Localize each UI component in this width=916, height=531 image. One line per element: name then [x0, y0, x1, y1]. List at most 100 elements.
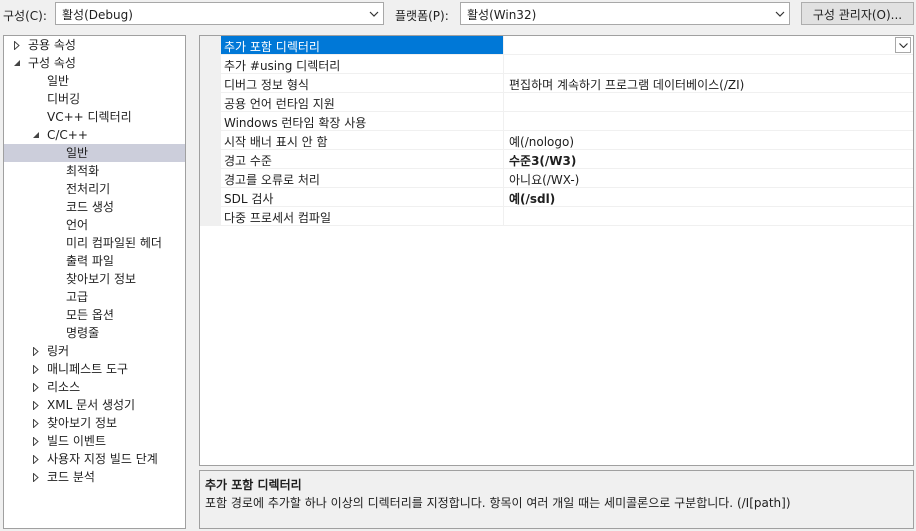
property-row[interactable]: 공용 언어 런타임 지원 — [221, 93, 913, 112]
property-row[interactable]: Windows 런타임 확장 사용 — [221, 112, 913, 131]
tree-item[interactable]: 사용자 지정 빌드 단계 — [4, 450, 185, 468]
property-value[interactable]: 편집하며 계속하기 프로그램 데이터베이스(/ZI) — [505, 74, 913, 92]
tree-item[interactable]: 명령줄 — [4, 324, 185, 342]
tree-item-label: 공용 속성 — [28, 38, 76, 52]
property-name: 다중 프로세서 컴파일 — [221, 207, 504, 225]
tree-item-label: 언어 — [66, 218, 89, 232]
tree-item-label: 출력 파일 — [66, 254, 114, 268]
property-value[interactable]: 예(/nologo) — [505, 131, 913, 149]
property-tree: 공용 속성 구성 속성 일반 디버깅 VC++ 디렉터리 C/C++ 일반 최적화 전처리기 코드… — [3, 35, 186, 529]
tree-item[interactable]: 고급 — [4, 288, 185, 306]
property-row[interactable]: 시작 배너 표시 안 함 예(/nologo) — [221, 131, 913, 150]
tree-item[interactable]: 코드 분석 — [4, 468, 185, 486]
platform-label: 플랫폼(P): — [395, 9, 449, 23]
tree-item[interactable]: 찾아보기 정보 — [4, 270, 185, 288]
collapsed-arrow-icon[interactable] — [31, 450, 41, 468]
tree-item[interactable]: 구성 속성 — [4, 54, 185, 72]
property-name: 경고를 오류로 처리 — [221, 169, 504, 187]
property-row[interactable]: SDL 검사 예(/sdl) — [221, 188, 913, 207]
tree-item[interactable]: 링커 — [4, 342, 185, 360]
property-name: 경고 수준 — [221, 150, 504, 168]
property-row[interactable]: 디버그 정보 형식 편집하며 계속하기 프로그램 데이터베이스(/ZI) — [221, 74, 913, 93]
tree-item[interactable]: 언어 — [4, 216, 185, 234]
collapsed-arrow-icon[interactable] — [31, 468, 41, 486]
property-value[interactable] — [505, 55, 913, 73]
tree-item-label: 매니페스트 도구 — [47, 362, 129, 376]
chevron-down-icon[interactable] — [895, 37, 911, 53]
property-value[interactable]: 아니요(/WX-) — [505, 169, 913, 187]
grid-gutter — [200, 36, 221, 226]
tree-item[interactable]: 리소스 — [4, 378, 185, 396]
collapsed-arrow-icon[interactable] — [31, 414, 41, 432]
description-panel: 추가 포함 디렉터리 포함 경로에 추가할 하나 이상의 디렉터리를 지정합니다… — [199, 470, 914, 529]
config-dropdown[interactable]: 활성(Debug) — [55, 2, 384, 25]
property-row[interactable]: 경고를 오류로 처리 아니요(/WX-) — [221, 169, 913, 188]
property-name: 추가 #using 디렉터리 — [221, 55, 504, 73]
tree-item[interactable]: 전처리기 — [4, 180, 185, 198]
tree-item-label: 찾아보기 정보 — [47, 416, 118, 430]
tree-item-label: C/C++ — [47, 128, 88, 142]
tree-item[interactable]: 미리 컴파일된 헤더 — [4, 234, 185, 252]
tree-item[interactable]: VC++ 디렉터리 — [4, 108, 185, 126]
tree-item[interactable]: 일반 — [4, 72, 185, 90]
property-name: SDL 검사 — [221, 188, 504, 206]
property-value[interactable] — [505, 36, 913, 54]
tree-item-label: 모든 옵션 — [66, 308, 114, 322]
tree-item-label: 빌드 이벤트 — [47, 434, 107, 448]
collapsed-arrow-icon[interactable] — [31, 432, 41, 450]
collapsed-arrow-icon[interactable] — [31, 360, 41, 378]
tree-item[interactable]: 매니페스트 도구 — [4, 360, 185, 378]
chevron-down-icon[interactable] — [771, 3, 789, 24]
tree-item-label: VC++ 디렉터리 — [47, 110, 132, 124]
expanded-arrow-icon[interactable] — [12, 54, 22, 72]
collapsed-arrow-icon[interactable] — [31, 396, 41, 414]
collapsed-arrow-icon[interactable] — [12, 36, 22, 54]
tree-item-label: 코드 분석 — [47, 470, 95, 484]
property-row[interactable]: 경고 수준 수준3(/W3) — [221, 150, 913, 169]
property-name: 공용 언어 런타임 지원 — [221, 93, 504, 111]
property-value[interactable] — [505, 93, 913, 111]
config-dropdown-value: 활성(Debug) — [62, 8, 133, 22]
tree-item[interactable]: XML 문서 생성기 — [4, 396, 185, 414]
tree-item[interactable]: 코드 생성 — [4, 198, 185, 216]
tree-item-label: 링커 — [47, 344, 70, 358]
tree-item[interactable]: 모든 옵션 — [4, 306, 185, 324]
tree-item[interactable]: 빌드 이벤트 — [4, 432, 185, 450]
tree-item-label: 디버깅 — [47, 92, 81, 106]
tree-item[interactable]: C/C++ — [4, 126, 185, 144]
chevron-down-icon[interactable] — [365, 3, 383, 24]
description-text: 포함 경로에 추가할 하나 이상의 디렉터리를 지정합니다. 항목이 여러 개일… — [205, 496, 791, 510]
property-value[interactable]: 수준3(/W3) — [505, 150, 913, 168]
property-value[interactable] — [505, 207, 913, 225]
property-row[interactable]: 다중 프로세서 컴파일 — [221, 207, 913, 226]
property-grid: 추가 포함 디렉터리 추가 #using 디렉터리 디버그 정보 형식 편집하며 계속… — [199, 35, 914, 466]
tree-item-label: 사용자 지정 빌드 단계 — [47, 452, 158, 466]
tree-item[interactable]: 출력 파일 — [4, 252, 185, 270]
description-title: 추가 포함 디렉터리 — [205, 478, 302, 492]
tree-item[interactable]: 디버깅 — [4, 90, 185, 108]
property-name: 디버그 정보 형식 — [221, 74, 504, 92]
tree-item[interactable]: 공용 속성 — [4, 36, 185, 54]
tree-item-label: 리소스 — [47, 380, 81, 394]
property-row[interactable]: 추가 포함 디렉터리 — [221, 36, 913, 55]
collapsed-arrow-icon[interactable] — [31, 342, 41, 360]
tree-item-label: 명령줄 — [66, 326, 100, 340]
tree-item-label: 구성 속성 — [28, 56, 76, 70]
property-row[interactable]: 추가 #using 디렉터리 — [221, 55, 913, 74]
tree-item[interactable]: 일반 — [4, 144, 185, 162]
property-value[interactable] — [505, 112, 913, 130]
platform-dropdown-value: 활성(Win32) — [467, 8, 537, 22]
tree-item-label: 코드 생성 — [66, 200, 114, 214]
collapsed-arrow-icon[interactable] — [31, 378, 41, 396]
tree-item[interactable]: 최적화 — [4, 162, 185, 180]
property-value[interactable]: 예(/sdl) — [505, 188, 913, 206]
tree-item-label: 최적화 — [66, 164, 100, 178]
configuration-manager-button[interactable]: 구성 관리자(O)... — [801, 2, 914, 25]
tree-item[interactable]: 찾아보기 정보 — [4, 414, 185, 432]
tree-item-label: 전처리기 — [66, 182, 111, 196]
property-name: 추가 포함 디렉터리 — [221, 36, 504, 54]
tree-item-label: 일반 — [66, 146, 89, 160]
platform-dropdown[interactable]: 활성(Win32) — [460, 2, 790, 25]
expanded-arrow-icon[interactable] — [31, 126, 41, 144]
tree-item-label: XML 문서 생성기 — [47, 398, 136, 412]
